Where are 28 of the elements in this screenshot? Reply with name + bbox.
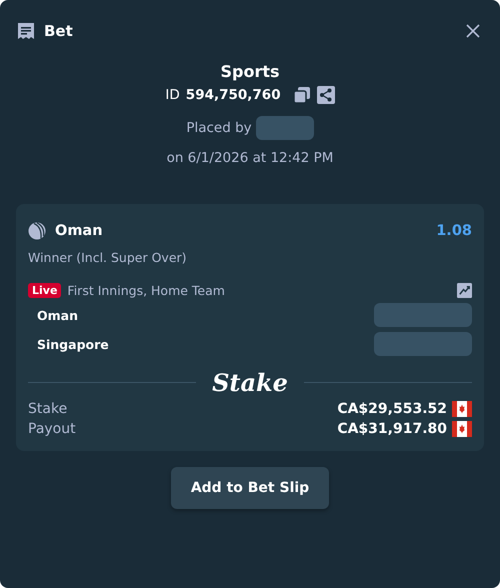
placed-by-label: Placed by [186,120,252,136]
chart-icon[interactable] [457,283,472,298]
ball-icon [28,222,46,240]
modal-title: Bet [44,22,73,40]
amount-value: CA$29,553.52 [337,401,447,417]
close-icon[interactable] [465,23,481,39]
share-icon[interactable] [316,86,335,104]
redaction-bar [256,116,314,140]
amount-label: Payout [28,421,76,437]
flag-icon [452,421,472,437]
copy-icon[interactable] [292,86,311,104]
amount-value: CA$31,917.80 [337,421,447,437]
live-badge: Live [28,283,62,298]
bet-id: 594,750,760 [186,87,281,103]
brand-logo: Stake [212,368,288,397]
team-name: Oman [37,308,78,322]
event-name: First Innings, Home Team [67,283,225,298]
market-name: Winner (Incl. Super Over) [28,250,188,265]
id-label: ID [165,87,180,103]
selection-name: Oman [55,223,103,239]
team-name: Singapore [37,336,109,352]
odds-value: 1.08 [436,223,472,239]
receipt-icon [17,22,35,40]
placed-date: on 6/1/2026 at 12:42 PM [166,150,334,166]
amount-label: Stake [28,401,68,417]
bet-category: Sports [220,62,280,81]
add-to-bet-slip-button[interactable]: Add to Bet Slip [170,467,330,509]
flag-icon [452,401,472,417]
